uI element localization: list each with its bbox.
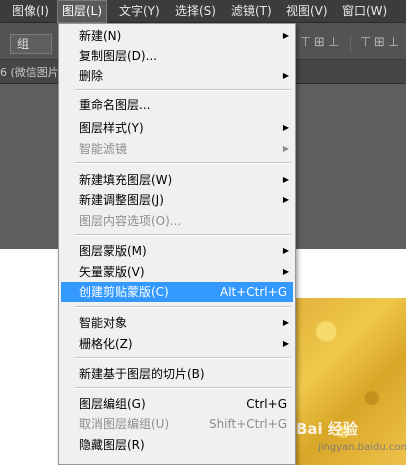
submenu-arrow-icon: ▶ [282,31,289,40]
menu-item-smart-filter[interactable]: 智能滤镜 ▶ [61,139,293,159]
layer-menu: 新建(N) ▶ 复制图层(D)... 删除 ▶ 重命名图层... 图层样式(Y)… [58,23,296,465]
menu-item-label: 图层编组(G) [79,397,146,411]
menu-item-label: 创建剪贴蒙版(C) [79,285,169,299]
menu-select[interactable]: 选择(S) [171,0,220,23]
submenu-arrow-icon: ▶ [282,175,289,184]
menu-item-label: 隐藏图层(R) [79,438,145,452]
menu-item-label: 图层内容选项(O)... [79,214,182,228]
menu-image[interactable]: 图像(I) [8,0,53,23]
menu-item-label: 复制图层(D)... [79,49,158,63]
menu-item-layer-content-options[interactable]: 图层内容选项(O)... [61,211,293,231]
menu-item-label: 图层样式(Y) [79,121,144,135]
menu-item-label: 删除 [79,69,104,83]
menubar: 图像(I) 图层(L) 文字(Y) 选择(S) 滤镜(T) 视图(V) 窗口(W… [0,0,406,23]
align-top-icon[interactable]: ⊤ [300,35,311,51]
distribute-middle-icon[interactable]: ⊞ [374,35,385,51]
watermark-url: jingyan.baidu.com [318,442,406,453]
menu-item-shortcut: Alt+Ctrl+G [219,285,287,299]
menu-item-hide-layers[interactable]: 隐藏图层(R) [61,435,293,455]
divider [350,36,351,52]
distribute-top-icon[interactable]: ⊤ [360,35,371,51]
menu-item-label: 图层蒙版(M) [79,244,147,258]
menu-separator [75,89,291,91]
menu-item-label: 取消图层编组(U) [79,417,170,431]
submenu-arrow-icon: ▶ [282,71,289,80]
distribute-bottom-icon[interactable]: ⊥ [388,35,399,51]
menu-item-label: 新建基于图层的切片(B) [79,367,205,381]
submenu-arrow-icon: ▶ [282,339,289,348]
submenu-arrow-icon: ▶ [282,195,289,204]
menu-item-shortcut: Ctrl+G [246,397,287,411]
menu-item-layer-style[interactable]: 图层样式(Y) ▶ [61,118,293,138]
menu-item-delete[interactable]: 删除 ▶ [61,66,293,86]
menu-layer[interactable]: 图层(L) [57,0,108,23]
menu-item-duplicate-layer[interactable]: 复制图层(D)... [61,46,293,66]
menu-item-smart-object[interactable]: 智能对象 ▶ [61,313,293,333]
align-bottom-icon[interactable]: ⊥ [328,35,339,51]
auto-select-group-dropdown[interactable]: 组 [10,34,52,54]
menu-item-label: 重命名图层... [79,98,151,112]
submenu-arrow-icon: ▶ [282,123,289,132]
menu-item-label: 智能滤镜 [79,142,128,156]
menu-item-label: 智能对象 [79,316,128,330]
menu-item-new-fill-layer[interactable]: 新建填充图层(W) ▶ [61,170,293,190]
menu-view[interactable]: 视图(V) [282,0,332,23]
menu-item-new-layer-based-slice[interactable]: 新建基于图层的切片(B) [61,364,293,384]
menu-item-rasterize[interactable]: 栅格化(Z) ▶ [61,334,293,354]
menu-item-label: 新建(N) [79,29,122,43]
group-label: 组 [17,37,30,51]
menu-item-new-adjustment-layer[interactable]: 新建调整图层(J) ▶ [61,190,293,210]
menu-item-label: 栅格化(Z) [79,337,133,351]
menu-item-new[interactable]: 新建(N) ▶ [61,26,293,46]
menu-window[interactable]: 窗口(W) [338,0,391,23]
menu-item-group-layers[interactable]: 图层编组(G) Ctrl+G [61,394,293,414]
menu-filter[interactable]: 滤镜(T) [227,0,276,23]
submenu-arrow-icon: ▶ [282,267,289,276]
menu-separator [75,306,291,308]
watermark-logo: Bai 经验 [296,420,358,438]
menu-separator [75,387,291,389]
menu-separator [75,234,291,236]
menu-item-shortcut: Shift+Ctrl+G [208,417,287,431]
menu-type[interactable]: 文字(Y) [115,0,164,23]
menu-item-rename-layer[interactable]: 重命名图层... [61,95,293,115]
align-middle-icon[interactable]: ⊞ [314,35,325,51]
menu-item-label: 矢量蒙版(V) [79,265,145,279]
menu-item-label: 新建调整图层(J) [79,193,164,207]
menu-item-layer-mask[interactable]: 图层蒙版(M) ▶ [61,241,293,261]
document-tab[interactable]: 6 (微信图片 [0,64,59,80]
menu-item-label: 新建填充图层(W) [79,173,173,187]
menu-item-create-clipping-mask[interactable]: 创建剪贴蒙版(C) Alt+Ctrl+G [61,282,293,302]
submenu-arrow-icon: ▶ [282,144,289,153]
menu-item-vector-mask[interactable]: 矢量蒙版(V) ▶ [61,262,293,282]
menu-separator [75,357,291,359]
submenu-arrow-icon: ▶ [282,318,289,327]
gold-texture-image [292,298,406,465]
menu-item-ungroup-layers[interactable]: 取消图层编组(U) Shift+Ctrl+G [61,414,293,434]
menu-separator [75,162,291,164]
submenu-arrow-icon: ▶ [282,246,289,255]
